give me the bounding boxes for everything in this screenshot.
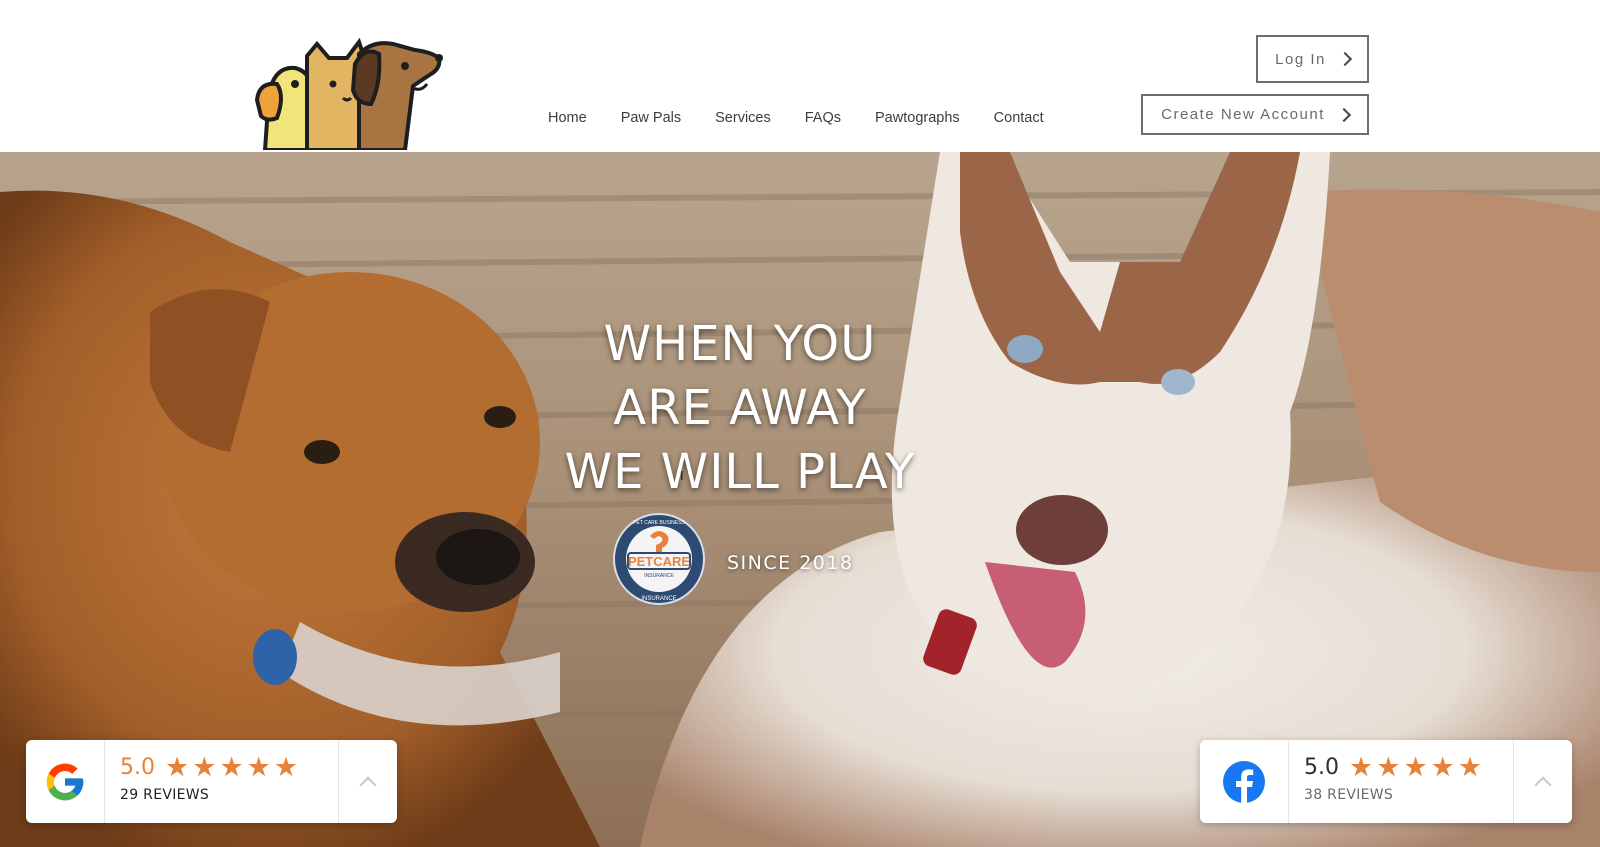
main-nav: Home Paw Pals Services FAQs Pawtographs … (534, 107, 1061, 129)
badge-top-text: PET CARE BUSINESS (633, 520, 685, 526)
create-account-label: Create New Account (1161, 106, 1325, 123)
google-stars: ★ ★ ★ ★ ★ (165, 754, 298, 781)
nav-home[interactable]: Home (534, 107, 604, 129)
star-icon: ★ (1376, 752, 1401, 782)
google-review-count: 29 REVIEWS (120, 787, 210, 803)
facebook-stars: ★ ★ ★ ★ ★ (1349, 754, 1482, 781)
facebook-review-widget[interactable]: 5.0 ★ ★ ★ ★ ★ 38 REVIEWS (1200, 740, 1572, 823)
star-icon: ★ (1430, 752, 1455, 782)
star-icon: ★ (1349, 752, 1374, 782)
headline-line-2: ARE AWAY (613, 380, 867, 436)
pets-logo-icon[interactable] (255, 38, 450, 150)
star-icon: ★ (246, 752, 271, 782)
star-icon: ★ (165, 752, 190, 782)
star-icon: ★ (192, 752, 217, 782)
google-expand-toggle[interactable] (338, 740, 397, 823)
facebook-icon (1223, 760, 1265, 803)
headline-line-1: WHEN YOU (603, 316, 877, 372)
chevron-up-icon (1534, 776, 1552, 793)
login-button-label: Log In (1275, 50, 1326, 68)
headline-line-3: WE WILL PLAY (564, 444, 916, 500)
login-button[interactable]: Log In (1256, 35, 1369, 83)
nav-contact[interactable]: Contact (977, 107, 1061, 129)
since-label: SINCE 2018 (727, 552, 854, 574)
badge-sub-text: INSURANCE (644, 573, 674, 579)
hero-section: I WHEN YOU ARE AWAY WE WILL PLAY PETCARE… (0, 152, 1600, 847)
star-icon: ★ (1403, 752, 1428, 782)
facebook-icon-cell (1200, 740, 1289, 823)
facebook-expand-toggle[interactable] (1513, 740, 1572, 823)
facebook-review-count: 38 REVIEWS (1304, 787, 1394, 803)
nav-pawtographs[interactable]: Pawtographs (858, 107, 977, 129)
create-account-button[interactable]: Create New Account (1141, 94, 1369, 135)
google-review-info: 5.0 ★ ★ ★ ★ ★ 29 REVIEWS (105, 740, 338, 823)
google-icon (46, 763, 84, 800)
nav-services[interactable]: Services (698, 107, 788, 129)
petcare-insurance-badge: PETCARE INSURANCE PET CARE BUSINESS INSU… (613, 513, 705, 605)
site-header: Home Paw Pals Services FAQs Pawtographs … (0, 0, 1600, 152)
facebook-review-info: 5.0 ★ ★ ★ ★ ★ 38 REVIEWS (1289, 740, 1513, 823)
chevron-right-icon (1337, 51, 1352, 67)
google-review-widget[interactable]: 5.0 ★ ★ ★ ★ ★ 29 REVIEWS (26, 740, 397, 823)
facebook-score: 5.0 (1304, 755, 1339, 780)
google-score: 5.0 (120, 755, 155, 780)
star-icon: ★ (219, 752, 244, 782)
chevron-right-icon (1336, 107, 1351, 122)
nav-faqs[interactable]: FAQs (788, 107, 858, 129)
badge-bottom-text: INSURANCE (641, 596, 676, 602)
badge-center-text: PETCARE (628, 554, 690, 569)
nav-paw-pals[interactable]: Paw Pals (604, 107, 698, 129)
star-icon: ★ (1457, 752, 1483, 782)
chevron-up-icon (359, 776, 377, 793)
hero-headline: WHEN YOU ARE AWAY WE WILL PLAY (540, 312, 940, 504)
star-icon: ★ (273, 752, 299, 782)
google-icon-cell (26, 740, 105, 823)
